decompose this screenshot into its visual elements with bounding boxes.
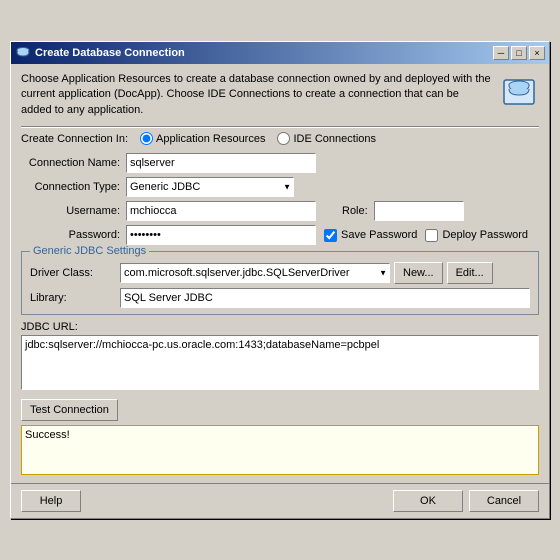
username-input[interactable]: [126, 201, 316, 221]
library-input[interactable]: [120, 288, 530, 308]
close-button[interactable]: ×: [529, 46, 545, 60]
connection-type-wrapper: Generic JDBC: [126, 177, 294, 197]
jdbc-grid: Driver Class: com.microsoft.sqlserver.jd…: [30, 262, 530, 308]
window-title: Create Database Connection: [35, 47, 185, 59]
main-window: Create Database Connection ─ □ × Choose …: [10, 41, 550, 519]
connection-name-input[interactable]: [126, 153, 316, 173]
radio-app-resources-label: Application Resources: [156, 133, 265, 145]
jdbc-url-label: JDBC URL:: [21, 321, 539, 333]
connection-type-field-row: Generic JDBC: [126, 177, 539, 197]
help-button[interactable]: Help: [21, 490, 81, 512]
connection-name-label: Connection Name:: [21, 157, 126, 169]
role-label: Role:: [342, 205, 368, 217]
jdbc-url-section: JDBC URL: jdbc:sqlserver://mchiocca-pc.u…: [21, 321, 539, 393]
save-password-checkbox-label[interactable]: Save Password: [324, 229, 417, 242]
library-field-row: [120, 288, 530, 308]
test-result-text: Success!: [25, 429, 70, 441]
save-password-text: Save Password: [341, 229, 417, 241]
window-icon: [15, 45, 31, 61]
header-area: Choose Application Resources to create a…: [21, 72, 539, 118]
deploy-password-text: Deploy Password: [442, 229, 528, 241]
radio-app-resources-input[interactable]: [140, 132, 153, 145]
minimize-button[interactable]: ─: [493, 46, 509, 60]
driver-class-label: Driver Class:: [30, 267, 120, 279]
bottom-bar: Help OK Cancel: [11, 483, 549, 518]
bottom-right-buttons: OK Cancel: [393, 490, 539, 512]
username-field-row: Role:: [126, 201, 539, 221]
jdbc-section-title: Generic JDBC Settings: [30, 245, 149, 257]
radio-group: Create Connection In: Application Resour…: [21, 132, 539, 145]
jdbc-settings-section: Generic JDBC Settings Driver Class: com.…: [21, 251, 539, 315]
database-icon: [499, 72, 539, 112]
password-label: Password:: [21, 229, 126, 241]
description-text: Choose Application Resources to create a…: [21, 72, 491, 118]
radio-ide-connections[interactable]: IDE Connections: [277, 132, 376, 145]
test-connection-row: Test Connection: [21, 399, 539, 421]
password-input[interactable]: [126, 225, 316, 245]
connection-type-label: Connection Type:: [21, 181, 126, 193]
divider-top: [21, 126, 539, 128]
cancel-button[interactable]: Cancel: [469, 490, 539, 512]
driver-class-select-wrapper: com.microsoft.sqlserver.jdbc.SQLServerDr…: [120, 263, 390, 283]
radio-ide-connections-label: IDE Connections: [293, 133, 376, 145]
new-button[interactable]: New...: [394, 262, 443, 284]
form-grid: Connection Name: Connection Type: Generi…: [21, 153, 539, 245]
username-label: Username:: [21, 205, 126, 217]
test-result-box: Success!: [21, 425, 539, 475]
connection-type-select[interactable]: Generic JDBC: [126, 177, 294, 197]
driver-class-select[interactable]: com.microsoft.sqlserver.jdbc.SQLServerDr…: [120, 263, 390, 283]
edit-button[interactable]: Edit...: [447, 262, 493, 284]
ok-button[interactable]: OK: [393, 490, 463, 512]
radio-group-label: Create Connection In:: [21, 133, 128, 145]
library-label: Library:: [30, 292, 120, 304]
role-input[interactable]: [374, 201, 464, 221]
maximize-button[interactable]: □: [511, 46, 527, 60]
jdbc-url-input[interactable]: jdbc:sqlserver://mchiocca-pc.us.oracle.c…: [21, 335, 539, 390]
driver-class-row: com.microsoft.sqlserver.jdbc.SQLServerDr…: [120, 262, 530, 284]
title-bar-left: Create Database Connection: [15, 45, 185, 61]
deploy-password-checkbox-label[interactable]: Deploy Password: [425, 229, 528, 242]
title-buttons: ─ □ ×: [493, 46, 545, 60]
title-bar: Create Database Connection ─ □ ×: [11, 42, 549, 64]
radio-app-resources[interactable]: Application Resources: [140, 132, 265, 145]
password-field-row: Save Password Deploy Password: [126, 225, 539, 245]
deploy-password-checkbox[interactable]: [425, 229, 438, 242]
connection-name-field-row: [126, 153, 539, 173]
save-password-checkbox[interactable]: [324, 229, 337, 242]
dialog-content: Choose Application Resources to create a…: [11, 64, 549, 483]
test-connection-button[interactable]: Test Connection: [21, 399, 118, 421]
radio-ide-connections-input[interactable]: [277, 132, 290, 145]
